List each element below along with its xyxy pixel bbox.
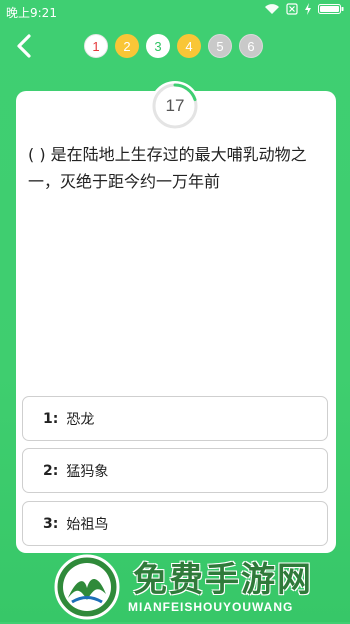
- back-button[interactable]: [10, 34, 38, 62]
- progress-dot-6: 6: [239, 34, 263, 58]
- option-label: 猛犸象: [66, 463, 109, 480]
- question-progress: 1 2 3 4 5 6: [84, 34, 263, 58]
- status-bar: 晚上9:21: [0, 0, 350, 24]
- progress-dot-1: 1: [84, 34, 108, 58]
- status-icons: [264, 3, 344, 15]
- question-text: ( ) 是在陆地上生存过的最大哺乳动物之一，灭绝于距今约一万年前: [28, 145, 307, 191]
- countdown-timer: 17: [150, 81, 200, 131]
- option-label: 恐龙: [66, 411, 95, 428]
- watermark-logo-icon: [54, 554, 120, 620]
- option-number: 3:: [43, 515, 59, 532]
- wifi-icon: [264, 3, 280, 15]
- sim-off-icon: [286, 3, 298, 15]
- option-number: 2:: [43, 462, 59, 479]
- chevron-left-icon: [14, 34, 34, 62]
- option-3[interactable]: 3: 始祖鸟: [22, 501, 328, 546]
- timer-value: 17: [165, 96, 185, 115]
- watermark-subtitle: MIANFEISHOUYOUWANG: [128, 600, 294, 614]
- option-1[interactable]: 1: 恐龙: [22, 396, 328, 441]
- option-2[interactable]: 2: 猛犸象: [22, 448, 328, 493]
- status-time: 晚上9:21: [6, 6, 57, 20]
- watermark: 免费手游网 MIANFEISHOUYOUWANG: [40, 548, 350, 622]
- progress-dot-5: 5: [208, 34, 232, 58]
- progress-dot-4: 4: [177, 34, 201, 58]
- option-number: 1:: [43, 410, 59, 427]
- battery-icon: [318, 3, 344, 15]
- watermark-title: 免费手游网: [133, 560, 313, 600]
- charging-icon: [304, 3, 312, 15]
- progress-dot-2: 2: [115, 34, 139, 58]
- option-label: 始祖鸟: [66, 516, 109, 533]
- progress-dot-3: 3: [146, 34, 170, 58]
